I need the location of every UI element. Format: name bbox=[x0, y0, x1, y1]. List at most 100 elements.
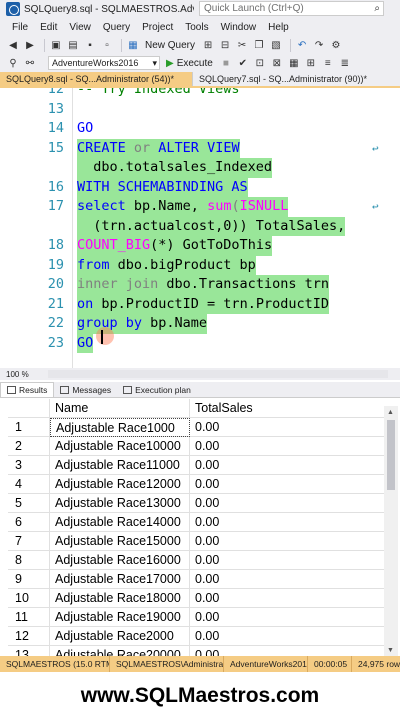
menu-file[interactable]: File bbox=[12, 22, 28, 33]
undo-icon[interactable]: ↶ bbox=[295, 38, 309, 52]
totalsales-cell[interactable]: 0.00 bbox=[190, 608, 384, 627]
paste-icon[interactable]: ▧ bbox=[269, 38, 283, 52]
table-row[interactable]: 4 Adjustable Race12000 0.00 bbox=[8, 475, 384, 494]
table-row[interactable]: 11 Adjustable Race19000 0.00 bbox=[8, 608, 384, 627]
name-cell[interactable]: Adjustable Race1000 bbox=[50, 418, 190, 437]
redo-icon[interactable]: ↷ bbox=[312, 38, 326, 52]
name-cell[interactable]: Adjustable Race18000 bbox=[50, 589, 190, 608]
forward-icon[interactable]: ▶ bbox=[23, 38, 37, 52]
row-number-cell[interactable]: 4 bbox=[8, 475, 50, 494]
analysis-icon[interactable]: ⊟ bbox=[218, 38, 232, 52]
editor-scrollbar[interactable] bbox=[386, 88, 400, 368]
row-number-cell[interactable]: 13 bbox=[8, 646, 50, 656]
save-icon[interactable]: ▪ bbox=[83, 38, 97, 52]
totalsales-cell[interactable]: 0.00 bbox=[190, 532, 384, 551]
menu-help[interactable]: Help bbox=[268, 22, 289, 33]
table-row[interactable]: 10 Adjustable Race18000 0.00 bbox=[8, 589, 384, 608]
menu-edit[interactable]: Edit bbox=[40, 22, 57, 33]
row-number-cell[interactable]: 1 bbox=[8, 418, 50, 437]
totalsales-cell[interactable]: 0.00 bbox=[190, 513, 384, 532]
table-row[interactable]: 1 Adjustable Race1000 0.00 bbox=[8, 418, 384, 437]
new-query-button[interactable]: New Query bbox=[145, 40, 195, 51]
cut-icon[interactable]: ✂ bbox=[235, 38, 249, 52]
column-header-totalsales[interactable]: TotalSales bbox=[190, 399, 384, 418]
name-cell[interactable]: Adjustable Race11000 bbox=[50, 456, 190, 475]
editor-horizontal-scrollbar[interactable] bbox=[48, 370, 388, 378]
name-cell[interactable]: Adjustable Race15000 bbox=[50, 532, 190, 551]
zoom-level[interactable]: 100 % bbox=[6, 370, 46, 379]
tab-sqlquery7[interactable]: SQLQuery7.sql - SQ...Administrator (90))… bbox=[192, 72, 382, 86]
name-cell[interactable]: Adjustable Race14000 bbox=[50, 513, 190, 532]
row-number-cell[interactable]: 5 bbox=[8, 494, 50, 513]
save-all-icon[interactable]: ▫ bbox=[100, 38, 114, 52]
database-select[interactable]: AdventureWorks2016 bbox=[48, 56, 160, 70]
menu-view[interactable]: View bbox=[69, 22, 91, 33]
new-project-icon[interactable]: ▣ bbox=[49, 38, 63, 52]
scroll-down-icon[interactable]: ▼ bbox=[387, 647, 394, 654]
parse-icon[interactable]: ✔ bbox=[236, 56, 250, 70]
row-number-cell[interactable]: 3 bbox=[8, 456, 50, 475]
row-number-cell[interactable]: 10 bbox=[8, 589, 50, 608]
table-row[interactable]: 8 Adjustable Race16000 0.00 bbox=[8, 551, 384, 570]
row-number-cell[interactable]: 2 bbox=[8, 437, 50, 456]
row-number-cell[interactable]: 12 bbox=[8, 627, 50, 646]
table-row[interactable]: 13 Adjustable Race20000 0.00 bbox=[8, 646, 384, 656]
scroll-up-icon[interactable]: ▲ bbox=[387, 409, 394, 416]
disconnect-icon[interactable]: ⚯ bbox=[23, 56, 37, 70]
menu-window[interactable]: Window bbox=[221, 22, 257, 33]
totalsales-cell[interactable]: 0.00 bbox=[190, 494, 384, 513]
tab-messages[interactable]: Messages bbox=[54, 382, 117, 397]
properties-icon[interactable]: ⚙ bbox=[329, 38, 343, 52]
totalsales-cell[interactable]: 0.00 bbox=[190, 570, 384, 589]
row-number-cell[interactable]: 8 bbox=[8, 551, 50, 570]
row-number-cell[interactable]: 7 bbox=[8, 532, 50, 551]
grid-vertical-scrollbar[interactable]: ▲ ▼ bbox=[384, 406, 398, 656]
name-cell[interactable]: Adjustable Race20000 bbox=[50, 646, 190, 656]
totalsales-cell[interactable]: 0.00 bbox=[190, 589, 384, 608]
name-cell[interactable]: Adjustable Race2000 bbox=[50, 627, 190, 646]
copy-icon[interactable]: ❐ bbox=[252, 38, 266, 52]
totalsales-cell[interactable]: 0.00 bbox=[190, 627, 384, 646]
query-options-icon[interactable]: ⊠ bbox=[270, 56, 284, 70]
comment-icon[interactable]: ≡ bbox=[321, 56, 335, 70]
tab-execution-plan[interactable]: Execution plan bbox=[117, 382, 197, 397]
totalsales-cell[interactable]: 0.00 bbox=[190, 456, 384, 475]
results-grid[interactable]: Name TotalSales 1 Adjustable Race1000 0.00… bbox=[8, 399, 384, 656]
name-cell[interactable]: Adjustable Race10000 bbox=[50, 437, 190, 456]
back-icon[interactable]: ◀ bbox=[6, 38, 20, 52]
open-file-icon[interactable]: ▤ bbox=[66, 38, 80, 52]
totalsales-cell[interactable]: 0.00 bbox=[190, 475, 384, 494]
row-number-cell[interactable]: 9 bbox=[8, 570, 50, 589]
name-cell[interactable]: Adjustable Race16000 bbox=[50, 551, 190, 570]
menu-tools[interactable]: Tools bbox=[185, 22, 208, 33]
table-row[interactable]: 7 Adjustable Race15000 0.00 bbox=[8, 532, 384, 551]
table-row[interactable]: 2 Adjustable Race10000 0.00 bbox=[8, 437, 384, 456]
totalsales-cell[interactable]: 0.00 bbox=[190, 646, 384, 656]
name-cell[interactable]: Adjustable Race12000 bbox=[50, 475, 190, 494]
include-plan-icon[interactable]: ⊞ bbox=[304, 56, 318, 70]
connect-icon[interactable]: ⚲ bbox=[6, 56, 20, 70]
new-query-icon[interactable]: ▦ bbox=[126, 38, 140, 52]
table-row[interactable]: 12 Adjustable Race2000 0.00 bbox=[8, 627, 384, 646]
row-number-cell[interactable]: 6 bbox=[8, 513, 50, 532]
table-row[interactable]: 3 Adjustable Race11000 0.00 bbox=[8, 456, 384, 475]
table-row[interactable]: 6 Adjustable Race14000 0.00 bbox=[8, 513, 384, 532]
totalsales-cell[interactable]: 0.00 bbox=[190, 437, 384, 456]
display-plan-icon[interactable]: ⊡ bbox=[253, 56, 267, 70]
tab-sqlquery8[interactable]: SQLQuery8.sql - SQ...Administrator (54))… bbox=[0, 72, 192, 86]
menu-query[interactable]: Query bbox=[103, 22, 130, 33]
table-row[interactable]: 5 Adjustable Race13000 0.00 bbox=[8, 494, 384, 513]
column-header-name[interactable]: Name bbox=[50, 399, 190, 418]
menu-project[interactable]: Project bbox=[142, 22, 173, 33]
database-query-icon[interactable]: ⊞ bbox=[201, 38, 215, 52]
column-header-rownum[interactable] bbox=[8, 399, 50, 418]
row-number-cell[interactable]: 11 bbox=[8, 608, 50, 627]
tab-results[interactable]: Results bbox=[0, 382, 55, 397]
scrollbar-thumb[interactable] bbox=[387, 420, 395, 490]
name-cell[interactable]: Adjustable Race17000 bbox=[50, 570, 190, 589]
query-editor[interactable]: 12 -- Try Indexed Views 13 14 GO 15 CREA… bbox=[0, 88, 400, 368]
quick-launch-input[interactable]: Quick Launch (Ctrl+Q) ⌕ bbox=[199, 1, 384, 16]
totalsales-cell[interactable]: 0.00 bbox=[190, 418, 384, 437]
table-row[interactable]: 9 Adjustable Race17000 0.00 bbox=[8, 570, 384, 589]
totalsales-cell[interactable]: 0.00 bbox=[190, 551, 384, 570]
